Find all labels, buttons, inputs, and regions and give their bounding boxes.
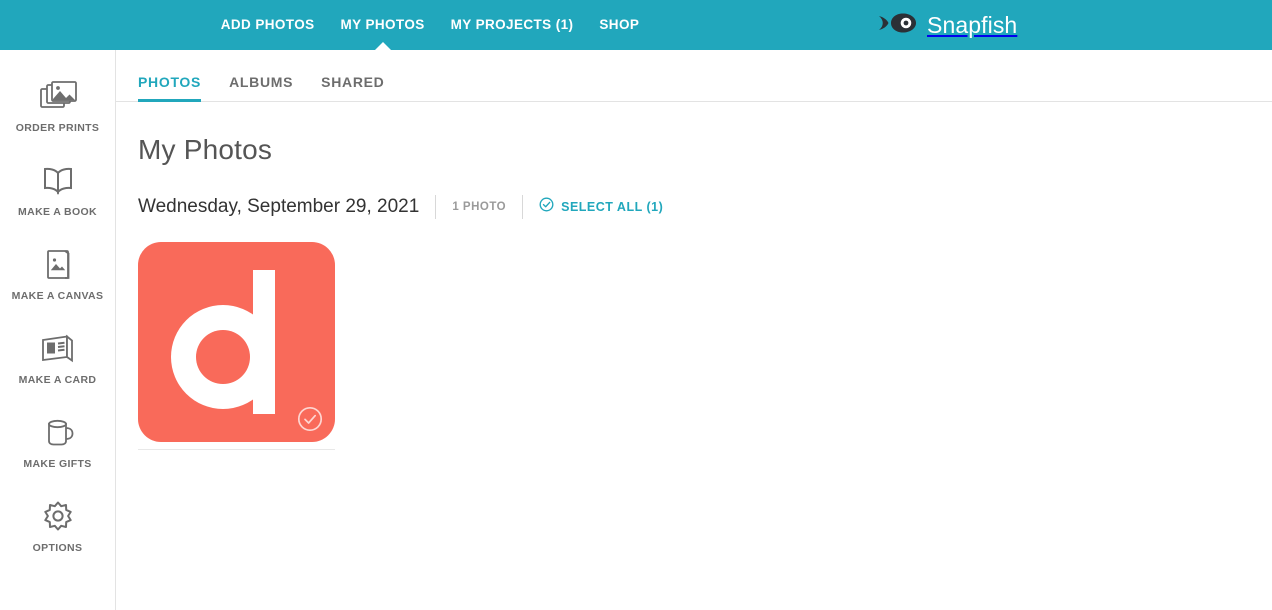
sidebar-item-label: MAKE GIFTS <box>23 457 92 470</box>
tab-photos[interactable]: PHOTOS <box>138 74 202 102</box>
sidebar-item-label: MAKE A CANVAS <box>11 289 104 302</box>
nav-item-my-projects[interactable]: MY PROJECTS (1) <box>451 0 574 50</box>
date-group-header: Wednesday, September 29, 2021 1 PHOTO SE… <box>138 194 1272 220</box>
primary-navigation: ADD PHOTOS MY PHOTOS MY PROJECTS (1) SHO… <box>0 0 860 51</box>
main-content: PHOTOS ALBUMS SHARED My Photos Wednesday… <box>116 50 1272 610</box>
nav-item-add-photos[interactable]: ADD PHOTOS <box>221 0 315 50</box>
photo-count-label: 1 PHOTO <box>452 201 507 213</box>
tab-label: PHOTOS <box>138 74 202 90</box>
sidebar-item-make-gifts[interactable]: MAKE GIFTS <box>0 400 115 484</box>
sidebar-item-label: MAKE A CARD <box>18 373 97 386</box>
select-all-label: SELECT ALL (1) <box>561 200 664 214</box>
sidebar-item-make-a-book[interactable]: MAKE A BOOK <box>0 148 115 232</box>
nav-label: ADD PHOTOS <box>220 17 315 32</box>
gear-icon <box>36 499 80 535</box>
page-title: My Photos <box>138 134 273 165</box>
nav-label: MY PROJECTS (1) <box>450 17 574 32</box>
sidebar-item-make-a-card[interactable]: MAKE A CARD <box>0 316 115 400</box>
photos-stack-icon <box>36 79 80 115</box>
sidebar-item-options[interactable]: OPTIONS <box>0 484 115 568</box>
brand-logo[interactable]: Snapfish <box>878 0 1017 50</box>
tab-label: ALBUMS <box>229 74 294 90</box>
select-all-button[interactable]: SELECT ALL (1) <box>539 197 663 217</box>
sidebar-item-label: OPTIONS <box>32 541 83 554</box>
nav-item-shop[interactable]: SHOP <box>599 0 639 50</box>
check-circle-icon <box>539 197 554 217</box>
date-group-label: Wednesday, September 29, 2021 <box>138 196 420 217</box>
nav-label: SHOP <box>599 17 640 32</box>
nav-item-my-photos[interactable]: MY PHOTOS <box>340 0 425 51</box>
divider <box>435 195 437 219</box>
brand-name: Snapfish <box>927 11 1018 38</box>
sidebar-item-make-a-canvas[interactable]: MAKE A CANVAS <box>0 232 115 316</box>
photo-grid <box>138 242 1272 450</box>
photo-thumbnail[interactable] <box>138 242 335 442</box>
tab-shared[interactable]: SHARED <box>321 74 384 101</box>
sidebar-item-label: ORDER PRINTS <box>15 121 100 134</box>
top-header-bar: ADD PHOTOS MY PHOTOS MY PROJECTS (1) SHO… <box>0 0 1272 51</box>
photo-selected-check-icon[interactable] <box>297 406 323 432</box>
tab-albums[interactable]: ALBUMS <box>229 74 293 101</box>
greeting-card-icon <box>36 331 80 367</box>
photo-cell <box>138 242 335 450</box>
divider <box>522 195 524 219</box>
sidebar-item-label: MAKE A BOOK <box>18 205 97 218</box>
fish-icon <box>878 12 918 39</box>
mug-icon <box>36 415 80 451</box>
tab-label: SHARED <box>321 74 385 90</box>
nav-label: MY PHOTOS <box>340 17 425 32</box>
left-sidebar: ORDER PRINTS MAKE A BOOK MAKE A CANVAS M… <box>0 50 116 610</box>
canvas-frame-icon <box>36 247 80 283</box>
content-tabbar: PHOTOS ALBUMS SHARED <box>116 50 1272 102</box>
open-book-icon <box>36 163 80 199</box>
sidebar-item-order-prints[interactable]: ORDER PRINTS <box>0 64 115 148</box>
